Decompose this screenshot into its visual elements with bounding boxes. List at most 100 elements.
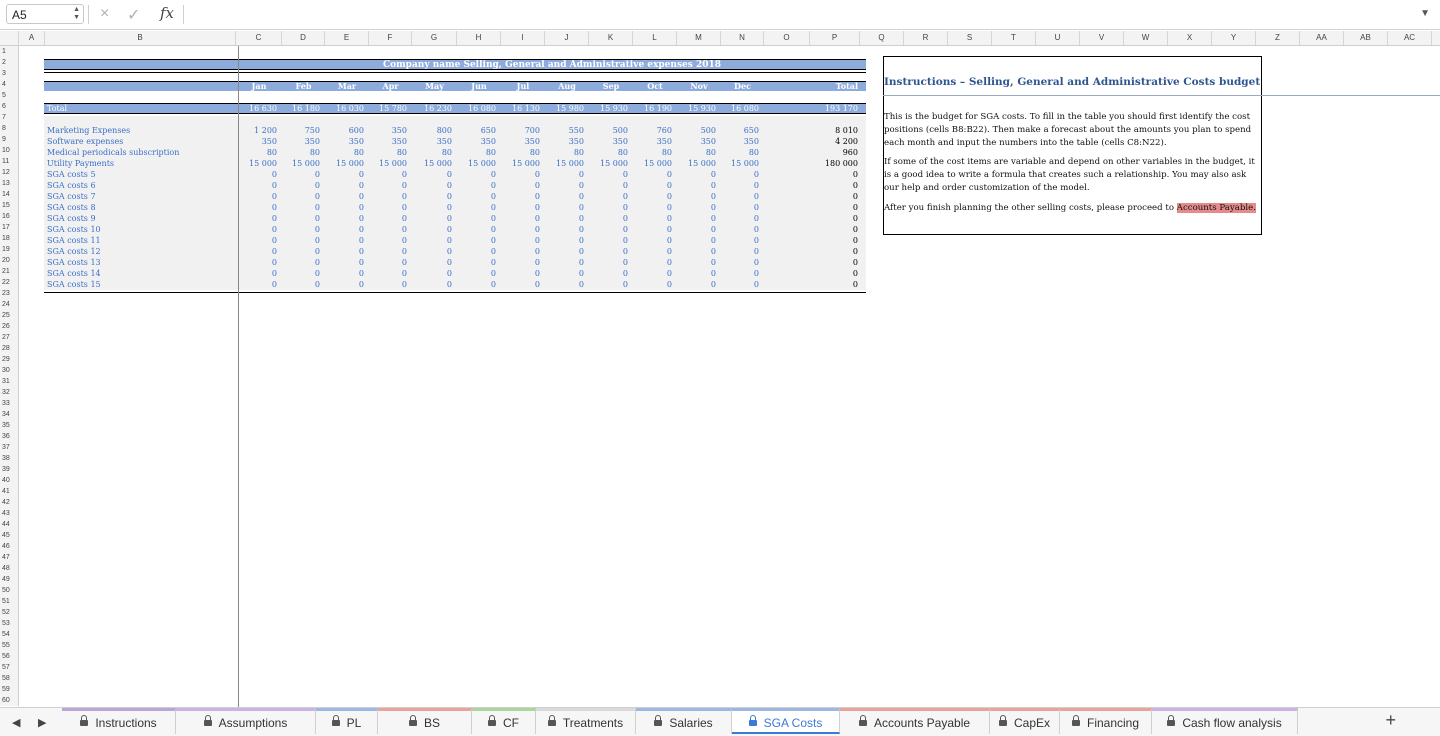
cost-value-cell[interactable]: 80 bbox=[324, 147, 364, 158]
row-header-6[interactable]: 6 bbox=[0, 103, 18, 110]
cost-value-cell[interactable]: 600 bbox=[324, 125, 364, 136]
cost-value-cell[interactable]: 0 bbox=[412, 235, 452, 246]
cost-item-label[interactable]: Software expenses bbox=[47, 136, 123, 147]
row-header-17[interactable]: 17 bbox=[0, 224, 18, 231]
row-header-12[interactable]: 12 bbox=[0, 169, 18, 176]
row-header-46[interactable]: 46 bbox=[0, 543, 18, 550]
cost-value-cell[interactable]: 0 bbox=[412, 202, 452, 213]
column-header-t[interactable]: T bbox=[992, 31, 1036, 45]
tab-capex[interactable]: CapEx bbox=[990, 708, 1060, 734]
cost-value-cell[interactable]: 350 bbox=[412, 136, 452, 147]
row-header-40[interactable]: 40 bbox=[0, 477, 18, 484]
cost-value-cell[interactable]: 0 bbox=[237, 235, 277, 246]
row-header-28[interactable]: 28 bbox=[0, 345, 18, 352]
cost-value-cell[interactable]: 0 bbox=[237, 268, 277, 279]
column-header-f[interactable]: F bbox=[369, 31, 412, 45]
chevron-down-icon[interactable]: ▼ bbox=[1420, 8, 1430, 19]
cost-value-cell[interactable]: 15 000 bbox=[544, 158, 584, 169]
row-header-37[interactable]: 37 bbox=[0, 444, 18, 451]
cost-value-cell[interactable]: 0 bbox=[676, 246, 716, 257]
function-icon[interactable]: fx bbox=[160, 4, 174, 22]
cost-value-cell[interactable]: 15 000 bbox=[412, 158, 452, 169]
cost-value-cell[interactable]: 0 bbox=[237, 224, 277, 235]
cost-value-cell[interactable]: 0 bbox=[367, 235, 407, 246]
row-header-20[interactable]: 20 bbox=[0, 257, 18, 264]
cost-value-cell[interactable]: 800 bbox=[412, 125, 452, 136]
cost-value-cell[interactable]: 0 bbox=[237, 246, 277, 257]
row-total-cell[interactable]: 0 bbox=[808, 213, 858, 224]
accounts-payable-link[interactable]: Accounts Payable. bbox=[1176, 203, 1256, 213]
cost-value-cell[interactable]: 80 bbox=[500, 147, 540, 158]
cost-value-cell[interactable]: 0 bbox=[588, 235, 628, 246]
row-header-41[interactable]: 41 bbox=[0, 488, 18, 495]
cost-value-cell[interactable]: 0 bbox=[500, 235, 540, 246]
cost-value-cell[interactable]: 0 bbox=[588, 224, 628, 235]
row-header-33[interactable]: 33 bbox=[0, 400, 18, 407]
row-total-cell[interactable]: 0 bbox=[808, 180, 858, 191]
cost-value-cell[interactable]: 0 bbox=[632, 180, 672, 191]
cost-value-cell[interactable]: 0 bbox=[719, 191, 759, 202]
row-header-15[interactable]: 15 bbox=[0, 202, 18, 209]
cost-value-cell[interactable]: 0 bbox=[588, 279, 628, 290]
cost-value-cell[interactable]: 350 bbox=[456, 136, 496, 147]
cost-value-cell[interactable]: 0 bbox=[500, 246, 540, 257]
row-total-cell[interactable]: 960 bbox=[808, 147, 858, 158]
row-header-3[interactable]: 3 bbox=[0, 70, 18, 77]
row-header-27[interactable]: 27 bbox=[0, 334, 18, 341]
row-header-16[interactable]: 16 bbox=[0, 213, 18, 220]
tab-salaries[interactable]: Salaries bbox=[636, 708, 732, 734]
cost-value-cell[interactable]: 0 bbox=[324, 246, 364, 257]
cost-value-cell[interactable]: 0 bbox=[632, 257, 672, 268]
row-header-24[interactable]: 24 bbox=[0, 301, 18, 308]
column-header-n[interactable]: N bbox=[721, 31, 764, 45]
row-total-cell[interactable]: 0 bbox=[808, 224, 858, 235]
cost-value-cell[interactable]: 0 bbox=[412, 191, 452, 202]
row-total-cell[interactable]: 180 000 bbox=[808, 158, 858, 169]
cost-item-label[interactable]: SGA costs 9 bbox=[47, 213, 96, 224]
cost-value-cell[interactable]: 0 bbox=[676, 257, 716, 268]
row-header-49[interactable]: 49 bbox=[0, 576, 18, 583]
cost-value-cell[interactable]: 0 bbox=[632, 191, 672, 202]
cost-value-cell[interactable]: 80 bbox=[632, 147, 672, 158]
cost-value-cell[interactable]: 0 bbox=[588, 169, 628, 180]
column-header-aa[interactable]: AA bbox=[1300, 31, 1344, 45]
cost-value-cell[interactable]: 0 bbox=[324, 213, 364, 224]
cost-value-cell[interactable]: 650 bbox=[719, 125, 759, 136]
cost-value-cell[interactable]: 0 bbox=[280, 235, 320, 246]
cost-value-cell[interactable]: 0 bbox=[237, 257, 277, 268]
cost-value-cell[interactable]: 15 000 bbox=[280, 158, 320, 169]
cost-value-cell[interactable]: 0 bbox=[676, 268, 716, 279]
cost-value-cell[interactable]: 0 bbox=[367, 191, 407, 202]
column-header-i[interactable]: I bbox=[501, 31, 545, 45]
cost-value-cell[interactable]: 0 bbox=[544, 213, 584, 224]
row-total-cell[interactable]: 0 bbox=[808, 202, 858, 213]
cost-value-cell[interactable]: 0 bbox=[632, 213, 672, 224]
row-header-58[interactable]: 58 bbox=[0, 675, 18, 682]
cost-value-cell[interactable]: 0 bbox=[412, 180, 452, 191]
cost-value-cell[interactable]: 0 bbox=[500, 191, 540, 202]
row-total-cell[interactable]: 0 bbox=[808, 268, 858, 279]
cost-value-cell[interactable]: 0 bbox=[324, 202, 364, 213]
row-total-cell[interactable]: 0 bbox=[808, 279, 858, 290]
cost-item-label[interactable]: SGA costs 13 bbox=[47, 257, 101, 268]
row-header-4[interactable]: 4 bbox=[0, 81, 18, 88]
cost-value-cell[interactable]: 0 bbox=[676, 224, 716, 235]
row-header-57[interactable]: 57 bbox=[0, 664, 18, 671]
row-header-52[interactable]: 52 bbox=[0, 609, 18, 616]
column-header-ac[interactable]: AC bbox=[1388, 31, 1432, 45]
cost-value-cell[interactable]: 350 bbox=[544, 136, 584, 147]
cost-item-label[interactable]: Medical periodicals subscription bbox=[47, 147, 179, 158]
cost-value-cell[interactable]: 0 bbox=[456, 268, 496, 279]
cost-value-cell[interactable]: 0 bbox=[719, 268, 759, 279]
cost-value-cell[interactable]: 0 bbox=[544, 224, 584, 235]
cost-value-cell[interactable]: 80 bbox=[280, 147, 320, 158]
cost-value-cell[interactable]: 0 bbox=[544, 246, 584, 257]
cost-value-cell[interactable]: 0 bbox=[632, 279, 672, 290]
column-header-c[interactable]: C bbox=[236, 31, 282, 45]
row-header-42[interactable]: 42 bbox=[0, 499, 18, 506]
tab-treatments[interactable]: Treatments bbox=[536, 708, 636, 734]
cost-value-cell[interactable]: 0 bbox=[280, 213, 320, 224]
cost-value-cell[interactable]: 650 bbox=[456, 125, 496, 136]
cost-value-cell[interactable]: 0 bbox=[544, 169, 584, 180]
cost-value-cell[interactable]: 0 bbox=[280, 191, 320, 202]
